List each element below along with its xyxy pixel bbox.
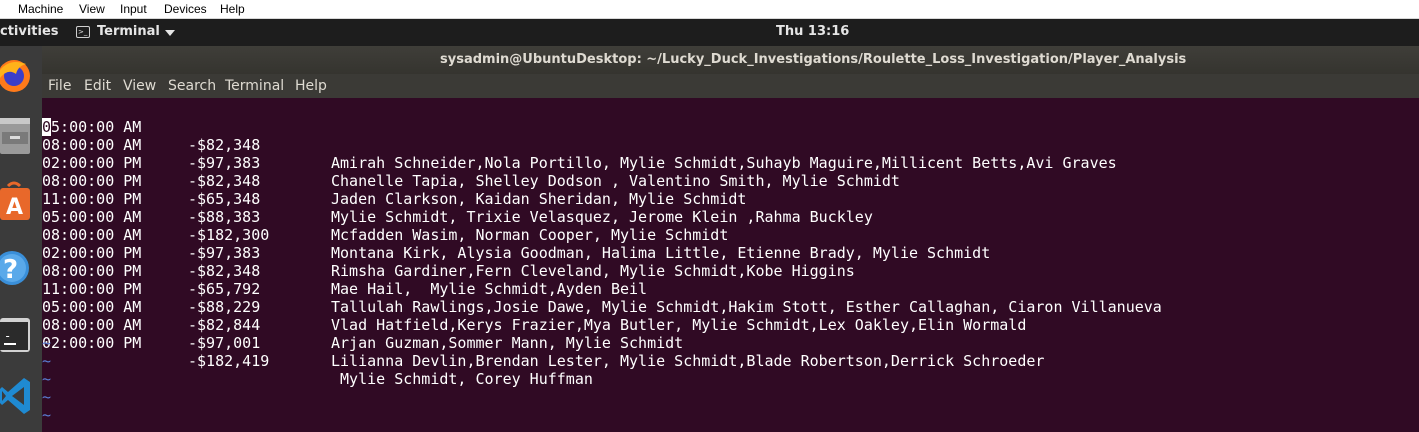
terminal-line: 02:00:00 PM -$82,348 Mae Hail, Mylie Sch… [42, 226, 1419, 298]
gnome-top-bar: ctivities >_ Terminal Thu 13:16 [0, 19, 1419, 46]
host-menu-devices[interactable]: Devices [164, 2, 207, 16]
software-center-icon[interactable]: A [0, 180, 32, 220]
host-menu-machine[interactable]: Machine [18, 2, 63, 16]
terminal-line: 08:00:00 PM -$65,348 Mylie Schmidt, Trix… [42, 154, 1419, 226]
host-menu-view[interactable]: View [79, 2, 105, 16]
menu-file[interactable]: File [48, 78, 71, 94]
svg-text:A: A [6, 195, 23, 220]
terminal-menubar: File Edit View Search Terminal Help [42, 74, 1419, 98]
terminal-line: 08:00:00 AM -$97,001 Lilianna Devlin,Bre… [42, 298, 1419, 370]
vi-empty-line-marker: ~ [42, 406, 52, 424]
terminal-text-area[interactable]: 05:00:00 AM -$82,348 Amirah Schneider,No… [42, 98, 1419, 432]
host-menu-input[interactable]: Input [120, 2, 147, 16]
terminal-line: 08:00:00 AM -$97,383 Chanelle Tapia, She… [42, 118, 1419, 190]
dock: A ? - [0, 46, 42, 432]
vi-empty-line-marker: ~ [42, 352, 52, 370]
firefox-icon[interactable] [0, 54, 32, 94]
chevron-down-icon [165, 30, 175, 36]
svg-text:?: ? [3, 255, 18, 285]
menu-edit[interactable]: Edit [84, 78, 111, 94]
amount-cell: -$97,001 [188, 334, 261, 352]
vi-empty-line-marker: ~ [42, 370, 52, 388]
terminal-window: sysadmin@UbuntuDesktop: ~/Lucky_Duck_Inv… [42, 46, 1419, 432]
terminal-line: 05:00:00 AM -$82,348 Amirah Schneider,No… [42, 100, 1419, 172]
menu-search[interactable]: Search [168, 78, 216, 94]
terminal-line: 02:00:00 PM -$82,348 Jaden Clarkson, Kai… [42, 136, 1419, 208]
app-menu-label: Terminal [97, 24, 160, 39]
time-cell: 02:00:00 PM [42, 334, 142, 352]
vi-empty-line-marker: ~ [42, 388, 52, 406]
terminal-line: 11:00:00 PM -$88,229 Vlad Hatfield,Kerys… [42, 262, 1419, 334]
players-cell: Lilianna Devlin,Brendan Lester, Mylie Sc… [331, 352, 1045, 370]
menu-view[interactable]: View [123, 78, 156, 94]
terminal-line: 05:00:00 AM -$182,300 Montana Kirk, Alys… [42, 190, 1419, 262]
terminal-line: 08:00:00 PM -$65,792 Tallulah Rawlings,J… [42, 244, 1419, 316]
clock[interactable]: Thu 13:16 [776, 24, 849, 39]
vscode-icon[interactable] [0, 374, 32, 414]
players-cell: Mylie Schmidt, Corey Huffman [331, 370, 593, 388]
host-menu-help[interactable]: Help [220, 2, 245, 16]
svg-text:-: - [4, 329, 11, 343]
vi-empty-line-marker: ~ [42, 334, 52, 352]
terminal-icon[interactable]: - [0, 314, 32, 354]
menu-help[interactable]: Help [295, 78, 327, 94]
terminal-line: 11:00:00 PM -$88,383 Mcfadden Wasim, Nor… [42, 172, 1419, 244]
window-title: sysadmin@UbuntuDesktop: ~/Lucky_Duck_Inv… [440, 52, 1187, 67]
menu-terminal[interactable]: Terminal [225, 78, 284, 94]
terminal-line: 08:00:00 AM -$97,383 Rimsha Gardiner,Fer… [42, 208, 1419, 280]
players-cell: Arjan Guzman,Sommer Mann, Mylie Schmidt [331, 334, 684, 352]
host-menubar: Machine View Input Devices Help [0, 0, 1419, 19]
activities-button[interactable]: ctivities [0, 24, 59, 39]
terminal-app-icon: >_ [76, 26, 90, 38]
amount-cell: -$182,419 [188, 352, 270, 370]
window-titlebar[interactable]: sysadmin@UbuntuDesktop: ~/Lucky_Duck_Inv… [42, 46, 1419, 74]
files-icon[interactable] [0, 114, 32, 154]
terminal-line: 02:00:00 PM -$182,419 Mylie Schmidt, Cor… [42, 316, 1419, 388]
help-icon[interactable]: ? [0, 246, 32, 286]
terminal-line: 05:00:00 AM -$82,844 Arjan Guzman,Sommer… [42, 280, 1419, 352]
